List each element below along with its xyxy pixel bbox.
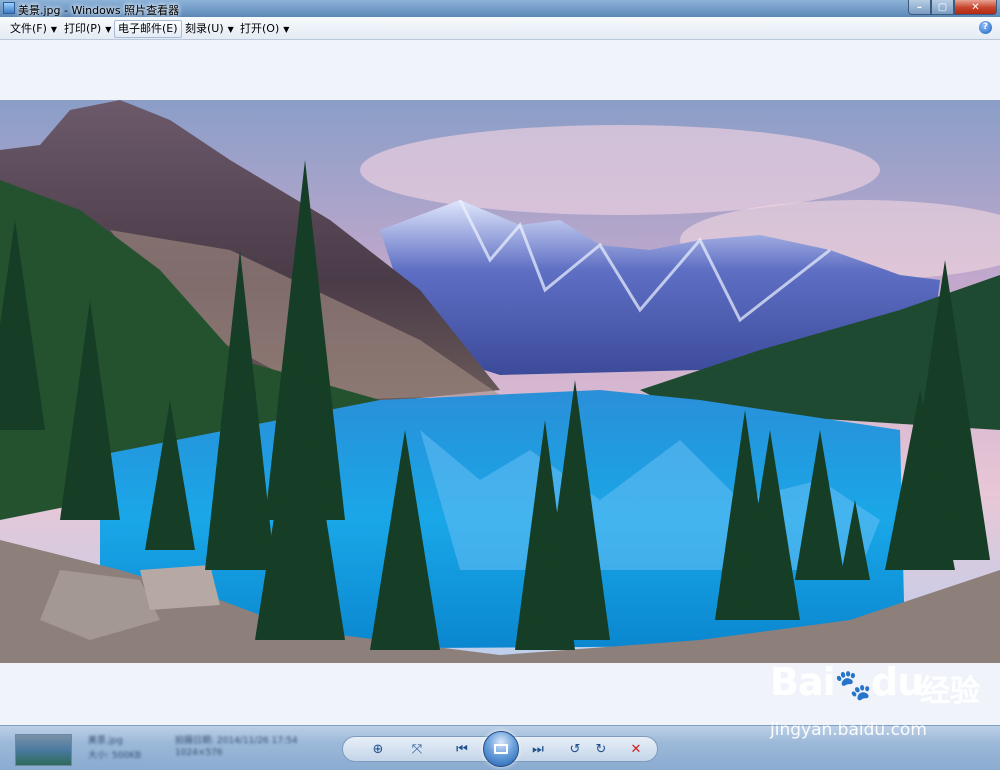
watermark-brand: Bai🐾du [770,660,924,704]
title-bar: 美景.jpg - Windows 照片查看器 – ▢ ✕ [0,0,1000,17]
file-name-info: 美景.jpg [88,736,123,746]
chevron-down-icon: ▼ [105,25,112,34]
photo-viewer-app-icon [3,2,15,14]
help-icon[interactable]: ? [979,21,992,34]
rotate-counterclockwise-icon[interactable]: ↺ [565,739,585,759]
previous-icon[interactable]: ⏮ [451,739,473,759]
file-size-info: 大小: 500KB [88,751,142,761]
date-taken-info: 拍摄日期: 2014/11/26 17:54 [175,736,298,746]
menu-open-label: 打开(O) [240,22,280,35]
image-viewer-area [0,40,1000,725]
next-icon[interactable]: ⏭ [527,739,549,759]
chevron-down-icon: ▼ [50,25,58,34]
menu-print[interactable]: 打印(P) ▼ [60,20,115,38]
rotate-clockwise-icon[interactable]: ↻ [591,739,611,759]
slideshow-button[interactable] [483,731,519,767]
menu-open[interactable]: 打开(O) ▼ [236,20,293,38]
menu-burn-label: 刻录(U) [185,22,224,35]
window-controls: – ▢ ✕ [908,0,997,15]
photo-thumbnail[interactable] [15,734,72,766]
slideshow-icon [494,744,508,754]
watermark-url: jingyan.baidu.com [770,720,927,740]
zoom-icon[interactable]: ⊕ [365,739,391,759]
close-button[interactable]: ✕ [954,0,997,15]
minimize-button[interactable]: – [908,0,931,15]
baidu-jingyan-watermark: Bai🐾du 经验 jingyan.baidu.com [770,660,990,750]
menu-burn[interactable]: 刻录(U) ▼ [181,20,238,38]
fit-window-icon[interactable]: ⤧ [407,739,427,759]
watermark-label: 经验 [920,674,980,709]
menu-email[interactable]: 电子邮件(E) [114,20,182,38]
window-title: 美景.jpg - Windows 照片查看器 [18,4,180,17]
menu-file-label: 文件(F) [10,22,47,35]
menu-bar: 文件(F) ▼ 打印(P) ▼ 电子邮件(E) 刻录(U) ▼ 打开(O) ▼ ? [0,17,1000,40]
maximize-button[interactable]: ▢ [931,0,954,15]
menu-print-label: 打印(P) [64,22,102,35]
menu-email-label: 电子邮件(E) [118,22,178,35]
chevron-down-icon: ▼ [227,25,234,34]
menu-file[interactable]: 文件(F) ▼ [6,20,61,38]
chevron-down-icon: ▼ [283,25,290,34]
landscape-photo[interactable] [0,100,1000,663]
dimensions-info: 1024×576 [175,748,223,758]
delete-icon[interactable]: ✕ [625,739,647,759]
